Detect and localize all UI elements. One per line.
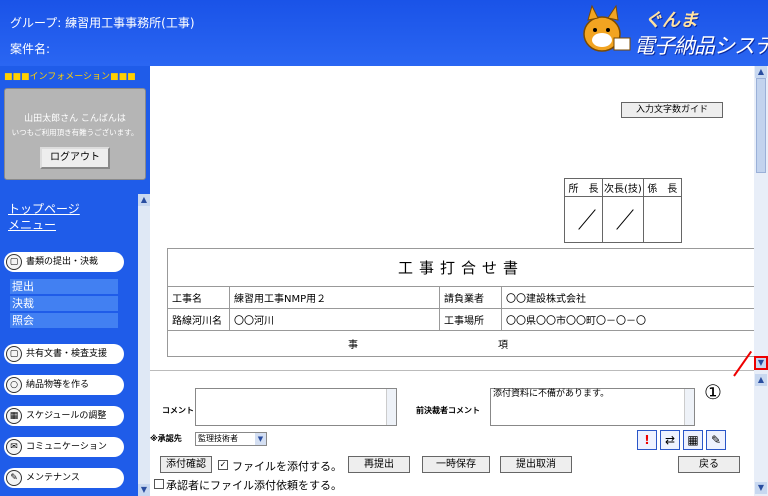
temp-save-button[interactable]: 一時保存 bbox=[422, 456, 490, 473]
stamp-header: 係 長 bbox=[642, 178, 682, 197]
sidebar-item-label: メンテナンス bbox=[26, 473, 80, 483]
scroll-up-icon[interactable]: ▲ bbox=[755, 66, 767, 78]
approver-value: 監理技術者 bbox=[198, 434, 238, 443]
sidebar-sub-inquiry[interactable]: 照会 bbox=[10, 313, 118, 328]
panel-scrollbar[interactable]: ▲ ▼ bbox=[754, 370, 768, 496]
sidebar-sub-approve[interactable]: 決裁 bbox=[10, 296, 118, 311]
sidebar-item-label: 納品物等を作る bbox=[26, 380, 90, 390]
request-attach-label: 承認者にファイル添付依頼をする。 bbox=[166, 479, 342, 492]
scroll-up-icon[interactable]: ▲ bbox=[755, 374, 767, 386]
attach-file-label: ファイルを添付する。 bbox=[232, 460, 342, 473]
alert-icon[interactable]: ! bbox=[637, 430, 657, 450]
logo-line2: 電子納品システム bbox=[634, 34, 768, 58]
pen-icon[interactable]: ✎ bbox=[706, 430, 726, 450]
table-row: 路線河川名 〇〇河川 工事場所 〇〇県〇〇市〇〇町〇－〇－〇 bbox=[167, 308, 755, 331]
section-label-b: 項 bbox=[498, 340, 508, 351]
sidebar-item-documents[interactable]: ▢ 書類の提出・決裁 bbox=[4, 252, 124, 272]
section-label-a: 事 bbox=[348, 340, 358, 351]
cancel-submit-button[interactable]: 提出取消 bbox=[500, 456, 572, 473]
sidebar-item-deliverables[interactable]: ○ 納品物等を作る bbox=[4, 375, 124, 395]
scroll-thumb[interactable] bbox=[756, 78, 766, 173]
row-value: 練習用工事NMP用２ bbox=[229, 286, 440, 309]
char-guide-button[interactable]: 入力文字数ガイド bbox=[621, 102, 723, 118]
content-scrollbar[interactable]: ▲ ▼ bbox=[754, 66, 768, 370]
sidebar-item-communication[interactable]: ✉ コミュニケーション bbox=[4, 437, 124, 457]
chevron-down-icon: ▼ bbox=[255, 433, 266, 445]
sidebar-sub-submit[interactable]: 提出 bbox=[10, 279, 118, 294]
stamp-header: 次長(技) bbox=[602, 178, 644, 197]
scroll-down-icon[interactable]: ▼ bbox=[138, 484, 150, 496]
wrench-icon: ✎ bbox=[6, 470, 22, 486]
calculator-icon[interactable]: ▦ bbox=[683, 430, 703, 450]
sidebar-item-label: コミュニケーション bbox=[26, 442, 107, 452]
top-page-link[interactable]: トップページ bbox=[8, 200, 80, 217]
request-attach-checkbox[interactable] bbox=[154, 479, 164, 489]
section-header: 事 項 bbox=[167, 330, 755, 357]
attach-confirm-button[interactable]: 添付確認 bbox=[160, 456, 212, 473]
sidebar-item-label: 共有文書・検査支援 bbox=[26, 349, 108, 359]
approval-stamp-table: 所 長 次長(技) 係 長 bbox=[564, 178, 682, 243]
stamp-box bbox=[564, 196, 603, 243]
document-icon: ▢ bbox=[6, 346, 22, 362]
sidebar: ■■■インフォメーション■■■ 山田太郎さん こんばんは いつもご利用頂き有難う… bbox=[0, 66, 150, 496]
sidebar-item-shared-docs[interactable]: ▢ 共有文書・検査支援 bbox=[4, 344, 124, 364]
logo-line1: ぐんま bbox=[644, 10, 698, 31]
user-greeting: 山田太郎さん こんばんは bbox=[24, 114, 126, 124]
row-label: 路線河川名 bbox=[167, 308, 230, 331]
app-header: グループ: 練習用工事事務所(工事) 案件名: ぐんま 電子納品システム bbox=[0, 0, 768, 66]
logout-button[interactable]: ログアウト bbox=[40, 147, 110, 169]
annotation-marker: ① bbox=[704, 380, 722, 404]
resubmit-button[interactable]: 再提出 bbox=[348, 456, 410, 473]
gunma-logo: ぐんま 電子納品システム bbox=[578, 4, 768, 62]
oval-icon: ○ bbox=[6, 377, 22, 393]
sidebar-item-schedule[interactable]: ▦ スケジュールの調整 bbox=[4, 406, 124, 426]
back-button[interactable]: 戻る bbox=[678, 456, 740, 473]
user-thanks: いつもご利用頂き有難うございます。 bbox=[11, 128, 139, 137]
annotation-highlight-box bbox=[754, 356, 768, 370]
sidebar-scrollbar[interactable]: ▲ ▼ bbox=[138, 194, 150, 496]
document-icon: ▢ bbox=[6, 254, 22, 270]
prev-comment-textarea[interactable]: 添付資料に不備があります。 bbox=[490, 388, 695, 426]
table-row: 事 項 bbox=[167, 330, 755, 357]
row-label: 工事名 bbox=[167, 286, 230, 309]
row-value: 〇〇県〇〇市〇〇町〇－〇－〇 bbox=[501, 308, 755, 331]
case-name-label: 案件名: bbox=[10, 42, 51, 56]
mail-icon: ✉ bbox=[6, 439, 22, 455]
scroll-down-icon[interactable]: ▼ bbox=[755, 482, 767, 494]
prev-comment-text: 添付資料に不備があります。 bbox=[493, 389, 610, 399]
user-box: 山田太郎さん こんばんは いつもご利用頂き有難うございます。 ログアウト bbox=[4, 88, 146, 180]
stamp-header: 所 長 bbox=[564, 178, 603, 197]
doc-title: 工事打合せ書 bbox=[167, 248, 755, 287]
sidebar-item-maintenance[interactable]: ✎ メンテナンス bbox=[4, 468, 124, 488]
table-row: 工事名 練習用工事NMP用２ 請負業者 〇〇建設株式会社 bbox=[167, 286, 755, 309]
prev-comment-label: 前決裁者コメント bbox=[416, 406, 480, 415]
action-panel: コメント 前決裁者コメント 添付資料に不備があります。 ※承認先 監理技術者 ▼… bbox=[150, 370, 754, 496]
row-value: 〇〇河川 bbox=[229, 308, 440, 331]
sidebar-item-label: 書類の提出・決裁 bbox=[26, 257, 99, 267]
info-heading: ■■■インフォメーション■■■ bbox=[4, 72, 136, 82]
row-value: 〇〇建設株式会社 bbox=[501, 286, 755, 309]
stamp-box bbox=[602, 196, 644, 243]
flow-icon[interactable]: ⇄ bbox=[660, 430, 680, 450]
comment-textarea[interactable] bbox=[195, 388, 397, 426]
approver-select[interactable]: 監理技術者 ▼ bbox=[195, 432, 267, 446]
stamp-box bbox=[642, 196, 682, 243]
meeting-document-table: 工事打合せ書 工事名 練習用工事NMP用２ 請負業者 〇〇建設株式会社 路線河川… bbox=[167, 248, 755, 357]
mascot-icon bbox=[583, 4, 631, 52]
sidebar-item-label: スケジュールの調整 bbox=[26, 411, 107, 421]
row-label: 請負業者 bbox=[439, 286, 502, 309]
scroll-up-icon[interactable]: ▲ bbox=[138, 194, 150, 206]
approver-label: ※承認先 bbox=[150, 434, 182, 443]
row-label: 工事場所 bbox=[439, 308, 502, 331]
calendar-icon: ▦ bbox=[6, 408, 22, 424]
group-label: グループ: 練習用工事事務所(工事) bbox=[10, 16, 195, 30]
comment-label: コメント bbox=[162, 406, 194, 415]
document-content: 入力文字数ガイド 所 長 次長(技) 係 長 工事打合せ書 工事名 練習用工事N… bbox=[150, 66, 755, 370]
menu-label: メニュー bbox=[8, 218, 57, 232]
attach-file-checkbox[interactable]: ✓ bbox=[218, 460, 228, 470]
